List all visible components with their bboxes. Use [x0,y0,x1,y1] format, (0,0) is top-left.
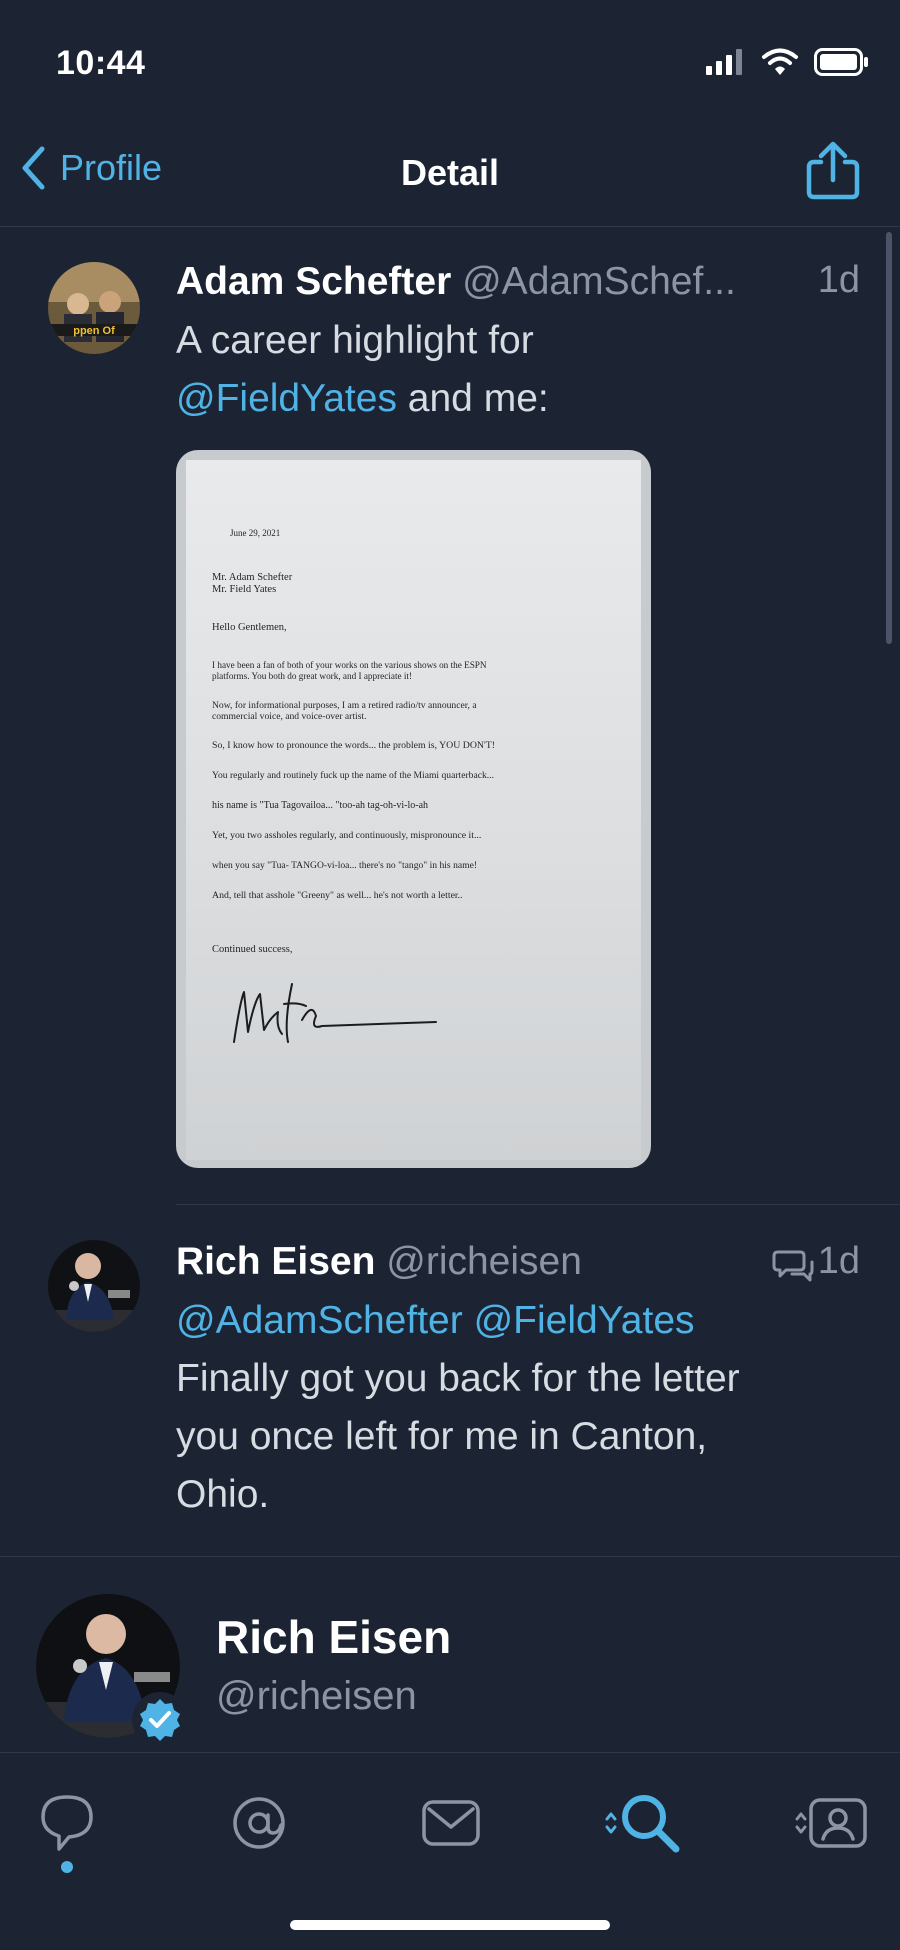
tweet-text-line: Finally got you back for the letter [176,1357,740,1400]
tweet-time: 1d [817,1240,860,1282]
tweet-header: Adam Schefter @AdamSchef... [176,258,736,306]
tab-home[interactable] [22,1783,112,1863]
mention-link[interactable]: @FieldYates [176,377,397,420]
conversation-icon [772,1250,814,1282]
letter-date: June 29, 2021 [230,528,281,538]
active-tab-dot [61,1861,73,1873]
tab-search[interactable] [588,1783,698,1863]
avatar-image [48,1240,140,1332]
at-mention-icon [233,1797,285,1849]
status-icons [706,48,870,76]
battery-icon [814,48,868,76]
letter-closing: Continued success, [212,944,293,955]
tweet-text-tail: and me: [396,377,549,420]
letter-line: I have been a fan of both of your works … [212,660,487,670]
tweet-text-line: A career highlight for [176,319,534,362]
cellular-signal-icon [706,49,742,75]
tweet-text-line: you once left for me in Canton, [176,1415,708,1458]
mention-link[interactable]: @FieldYates [474,1299,695,1342]
profile-handle[interactable]: @richeisen [216,1674,417,1719]
letter-line: So, I know how to pronounce the words...… [212,740,496,751]
tweet-divider [176,1204,900,1205]
back-button[interactable]: Profile [20,146,162,190]
mention-link[interactable]: @AdamSchefter [176,1299,463,1342]
reorder-handle-icon [605,1812,617,1834]
letter-line: his name is "Tua Tagovailoa... "too-ah t… [212,800,429,811]
wifi-icon [762,48,798,75]
tab-mentions[interactable] [214,1783,304,1863]
letter-line: Yet, you two assholes regularly, and con… [212,830,482,841]
letter-line: And, tell that asshole "Greeny" as well.… [212,890,463,901]
tweet-image[interactable]: June 29, 2021 Mr. Adam Schefter Mr. Fiel… [176,450,651,1168]
tab-profile[interactable] [776,1783,886,1863]
avatar-image: ppen Of [48,262,140,354]
letter-recipient: Mr. Field Yates [212,584,277,595]
section-divider [0,1556,900,1557]
letter-line: You regularly and routinely fuck up the … [212,770,494,781]
home-indicator [290,1920,610,1930]
nav-divider [0,226,900,227]
tweet-time: 1d [817,259,860,301]
share-icon [806,141,860,200]
chat-bubble-icon [41,1795,93,1851]
svg-text:ppen Of: ppen Of [73,325,115,337]
profile-card-icon [809,1798,867,1848]
tweet-text: A career highlight for @FieldYates and m… [176,312,866,428]
share-button[interactable] [804,140,862,207]
letter-recipient: Mr. Adam Schefter [212,572,293,583]
verified-check-icon [140,1699,180,1741]
envelope-icon [422,1800,480,1846]
letter-greeting: Hello Gentlemen, [212,622,287,633]
tweet-text-line: Ohio. [176,1473,270,1516]
letter-line: commercial voice, and voice-over artist. [212,711,367,722]
letter-line: platforms. You both do great work, and I… [212,671,413,681]
author-handle[interactable]: @richeisen [386,1240,582,1283]
avatar[interactable]: ppen Of [48,262,140,354]
tab-messages[interactable] [406,1783,496,1863]
back-label: Profile [60,147,163,188]
search-icon [622,1795,680,1853]
letter-paper: June 29, 2021 Mr. Adam Schefter Mr. Fiel… [186,460,641,1160]
letter-line: Now, for informational purposes, I am a … [212,700,477,711]
reorder-handle-icon [795,1812,807,1834]
chevron-left-icon [22,146,45,190]
profile-name[interactable]: Rich Eisen [216,1610,451,1664]
author-name[interactable]: Adam Schefter [176,260,451,303]
status-time: 10:44 [56,44,146,82]
signature-image [233,983,437,1043]
avatar[interactable] [48,1240,140,1332]
verified-badge [132,1692,188,1748]
scrollbar[interactable] [886,232,892,644]
letter-line: when you say "Tua- TANGO-vi-loa... there… [212,860,478,871]
tweet-text: @AdamSchefter @FieldYates Finally got yo… [176,1292,876,1524]
author-handle[interactable]: @AdamSchef... [462,260,736,303]
tweet-header: Rich Eisen @richeisen [176,1238,582,1286]
author-name[interactable]: Rich Eisen [176,1240,375,1283]
